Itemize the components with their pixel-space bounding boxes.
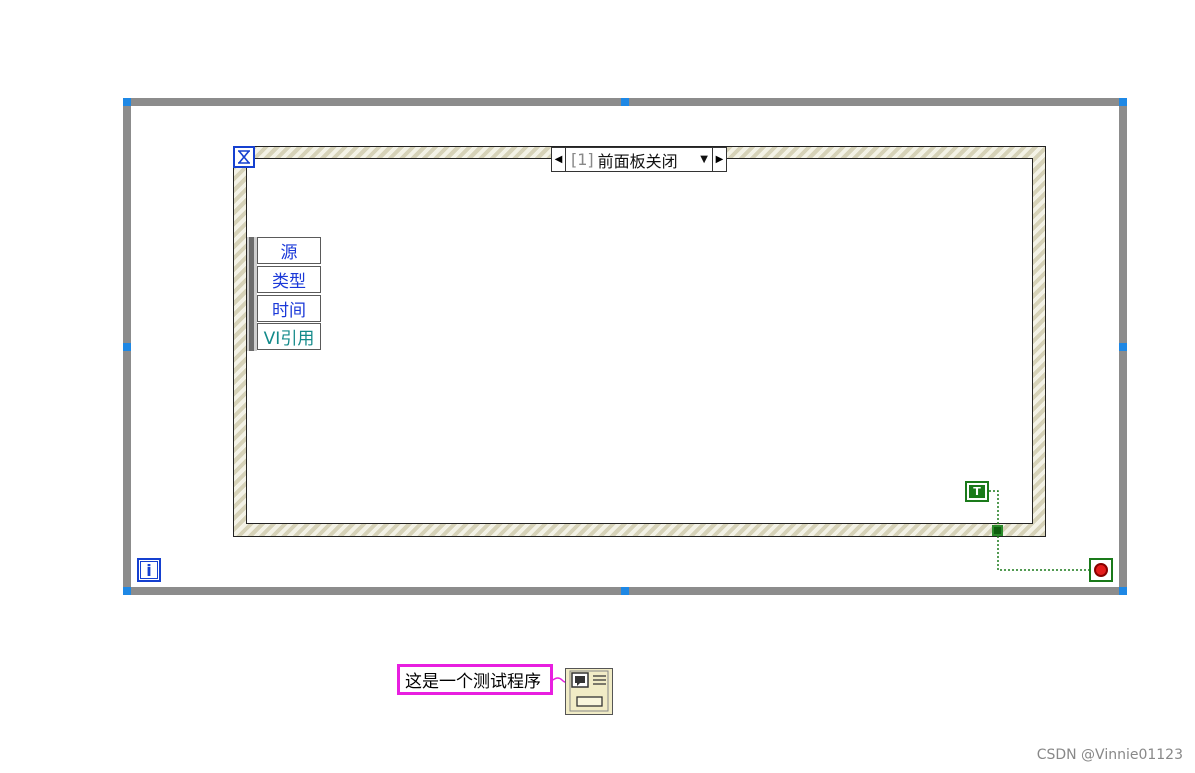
- string-constant-value: 这是一个测试程序: [405, 672, 541, 692]
- string-constant[interactable]: 这是一个测试程序: [397, 664, 553, 695]
- watermark: CSDN @Vinnie01123: [1036, 747, 1183, 763]
- one-button-dialog-icon[interactable]: [565, 668, 613, 715]
- true-constant-label: T: [969, 485, 985, 498]
- output-tunnel[interactable]: [992, 525, 1003, 536]
- stop-red-dot: [1094, 563, 1108, 577]
- iteration-terminal-label: i: [146, 560, 152, 580]
- boolean-wire[interactable]: [0, 0, 1195, 773]
- true-constant[interactable]: T: [965, 481, 989, 502]
- iteration-terminal[interactable]: i: [137, 558, 161, 582]
- stop-condition-icon[interactable]: [1089, 558, 1113, 582]
